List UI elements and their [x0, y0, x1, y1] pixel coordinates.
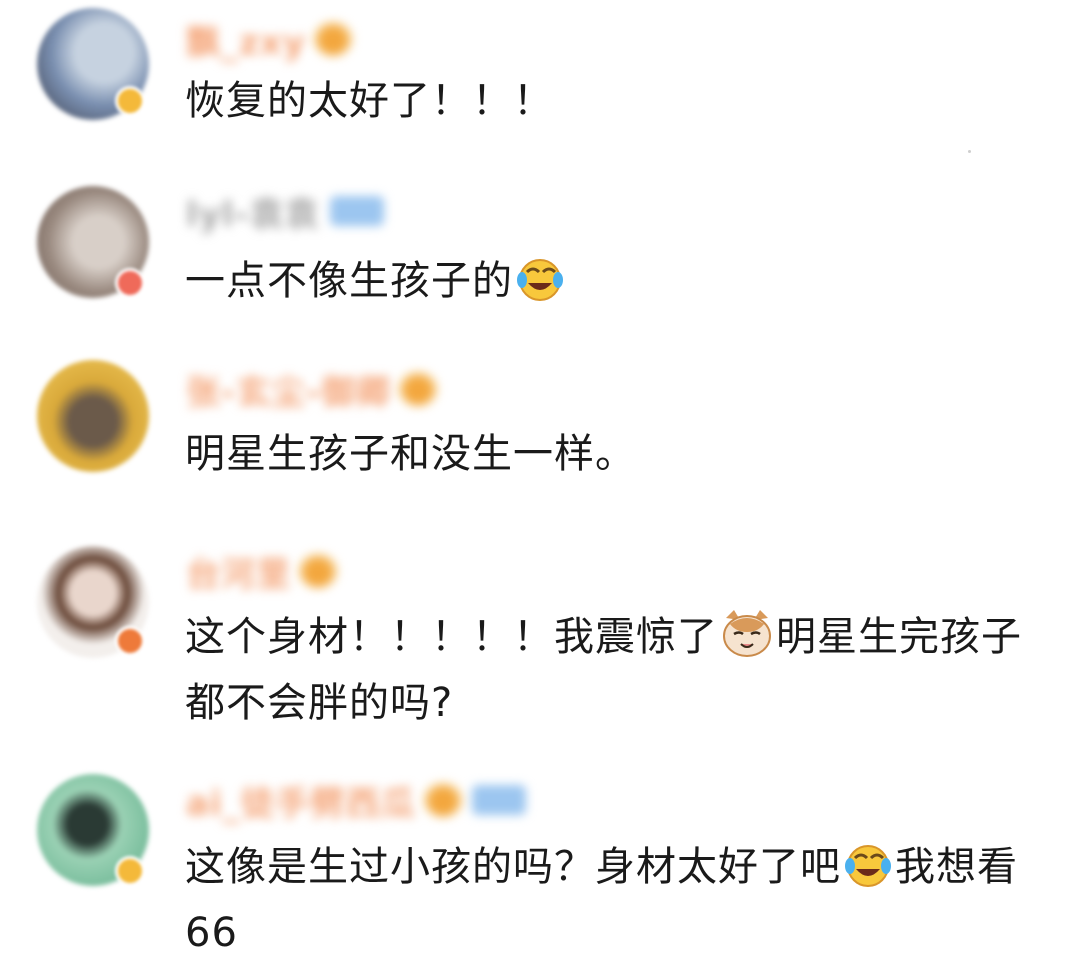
verified-badge-icon — [115, 626, 145, 656]
comment-item: 台河里 这个身材！！！！！我震惊了 明星生完孩子都不会胖的吗? — [0, 530, 1080, 760]
laugh-cry-emoji-icon — [515, 258, 565, 318]
verified-badge-icon — [115, 268, 145, 298]
username[interactable]: 张-玄尘-御卿 — [186, 369, 438, 413]
avatar[interactable] — [37, 360, 149, 472]
verified-badge-icon — [115, 856, 145, 886]
laugh-cry-emoji-icon — [843, 844, 893, 904]
divider-dot — [968, 150, 971, 153]
crown-icon — [423, 783, 462, 817]
comment-text-segment: 这个身材！！！！！我震惊了 — [185, 614, 718, 660]
vip-tag-icon — [329, 196, 384, 226]
crown-icon — [399, 372, 438, 406]
comment-text-segment: 一点不像生孩子的 — [185, 258, 513, 304]
cat-face-emoji-icon — [720, 608, 774, 674]
crown-icon — [313, 22, 352, 56]
comment-item: 张-玄尘-御卿 明星生孩子和没生一样。 — [0, 350, 1080, 530]
comment-item: ai_徒手劈西瓜 这像是生过小孩的吗？身材太好了吧 我想看66 — [0, 760, 1080, 968]
comment-text: 这像是生过小孩的吗？身材太好了吧 我想看66 — [185, 838, 1045, 962]
username-text: 张-玄尘-御卿 — [186, 372, 392, 413]
verified-badge-icon — [115, 86, 145, 116]
username-text: ai_徒手劈西瓜 — [186, 783, 416, 824]
comment-text: 这个身材！！！！！我震惊了 明星生完孩子都不会胖的吗? — [185, 608, 1045, 732]
comment-text: 一点不像生孩子的 — [185, 252, 1045, 318]
username-text: lyl-袁袁 — [186, 194, 320, 235]
comment-text: 恢复的太好了！！！ — [185, 72, 1045, 130]
comment-text-segment: 明星生孩子和没生一样。 — [185, 431, 636, 477]
username[interactable]: 飘_zxy — [186, 19, 352, 63]
comment-list: 飘_zxy 恢复的太好了！！！ lyl-袁袁 一点不像生孩子的 张-玄尘-御卿 … — [0, 0, 1080, 968]
username-text: 飘_zxy — [186, 22, 306, 63]
comment-item: 飘_zxy 恢复的太好了！！！ — [0, 0, 1080, 170]
username[interactable]: 台河里 — [186, 551, 337, 595]
comment-text-segment: 这像是生过小孩的吗？身材太好了吧 — [185, 844, 841, 890]
vip-tag-icon — [471, 785, 526, 815]
username-text: 台河里 — [186, 554, 291, 595]
comment-text-segment: 恢复的太好了！！！ — [185, 78, 554, 124]
comment-text: 明星生孩子和没生一样。 — [185, 425, 1045, 483]
username[interactable]: ai_徒手劈西瓜 — [186, 780, 526, 824]
crown-icon — [299, 554, 337, 588]
username[interactable]: lyl-袁袁 — [186, 191, 384, 235]
comment-item: lyl-袁袁 一点不像生孩子的 — [0, 170, 1080, 350]
